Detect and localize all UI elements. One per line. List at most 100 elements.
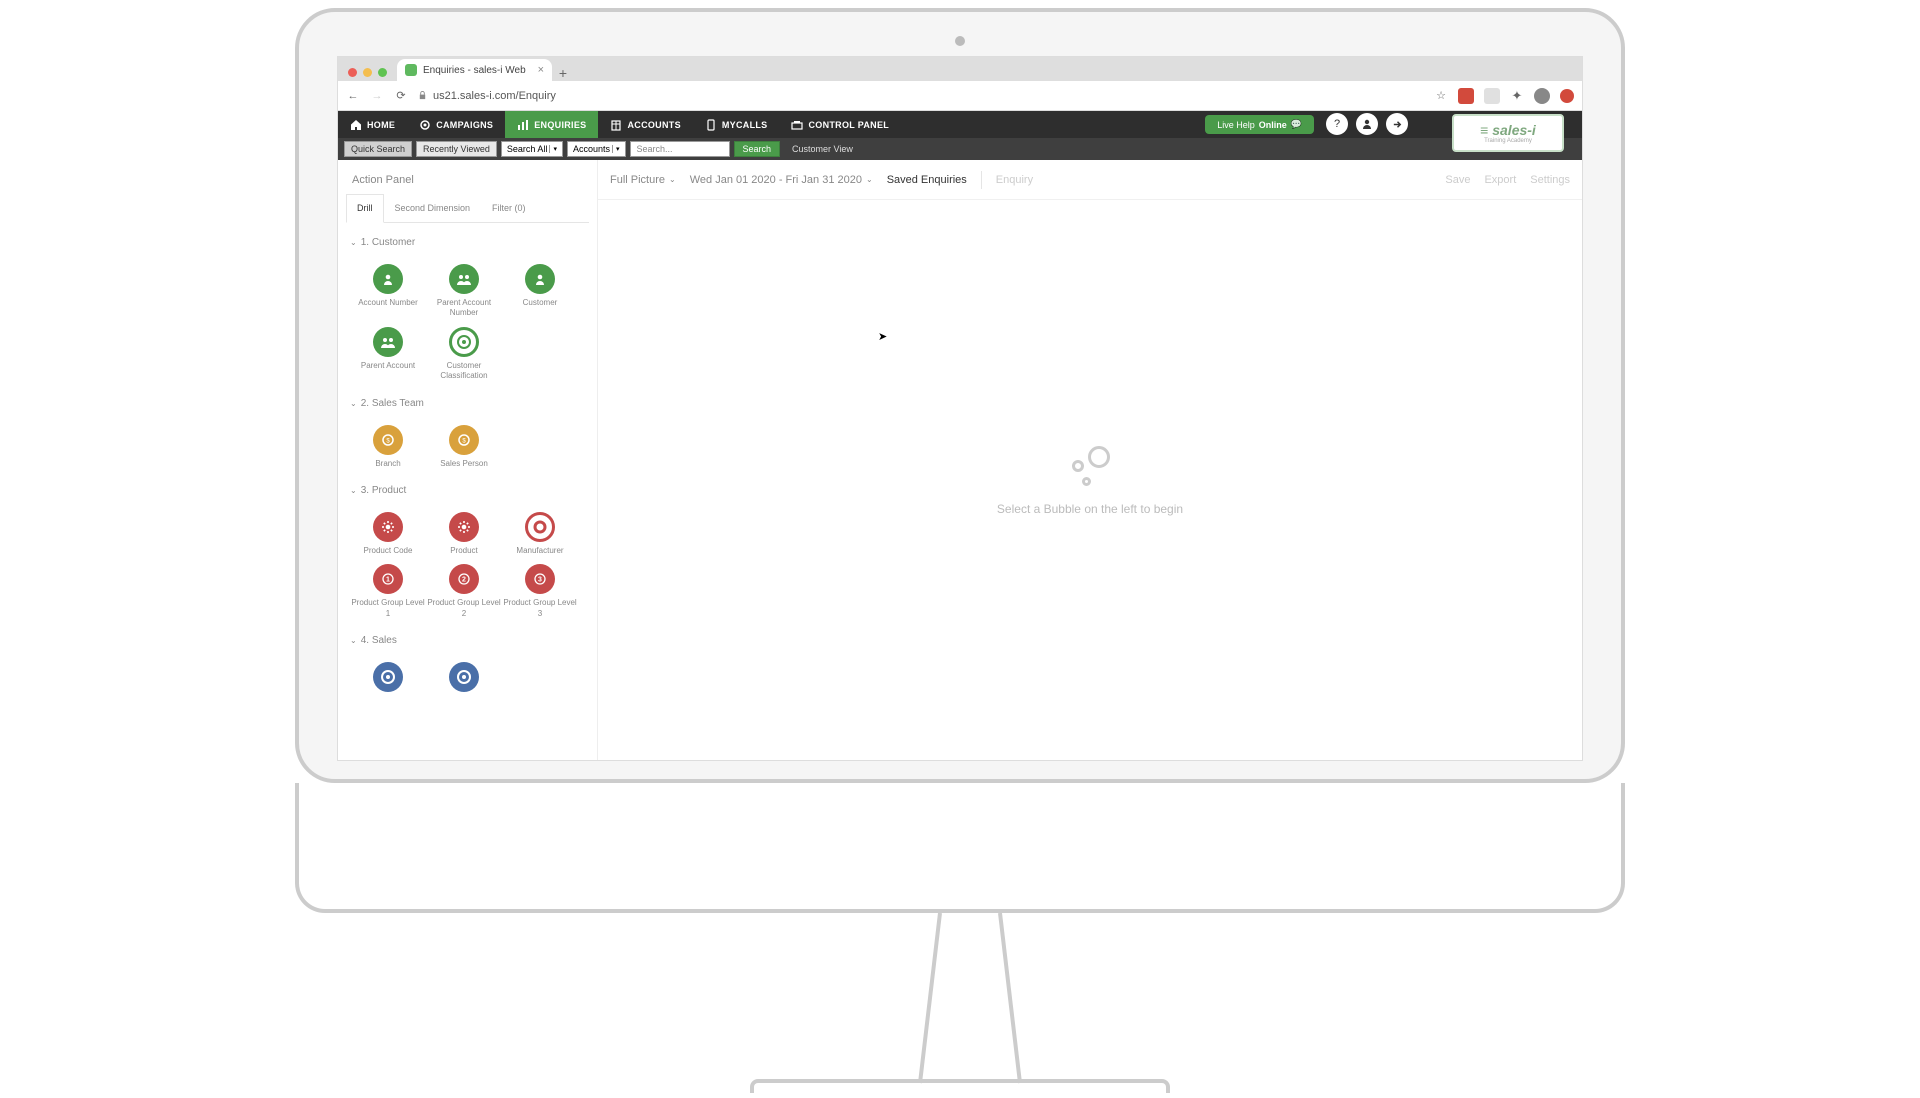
window-zoom-dot[interactable] [378,68,387,77]
drill-bubble[interactable] [426,658,502,700]
reload-button[interactable]: ⟳ [394,89,408,103]
nav-control-panel[interactable]: CONTROL PANEL [779,111,901,138]
back-button[interactable]: ← [346,89,360,103]
drill-bubble[interactable]: Parent Account [350,323,426,386]
drill-bubble[interactable]: 1Product Group Level 1 [350,560,426,623]
tab-close-icon[interactable]: × [538,64,544,76]
search-button[interactable]: Search [734,141,781,157]
logo-text: ≡ sales-i [1480,122,1536,138]
live-help-button[interactable]: Live Help Online 💬 [1205,115,1314,134]
tab-second-dimension[interactable]: Second Dimension [384,194,482,222]
new-tab-button[interactable]: + [552,65,574,81]
search-scope-dropdown[interactable]: Search All ▾ [501,141,563,157]
drill-bubble[interactable]: Customer Classification [426,323,502,386]
divider [981,171,982,189]
search-toolbar: Quick Search Recently Viewed Search All … [338,138,1582,160]
nav-campaigns[interactable]: CAMPAIGNS [407,111,505,138]
ring-icon [525,512,555,542]
screen: Enquiries - sales-i Web × + ← → ⟳ us21.s… [337,56,1583,761]
chevron-down-icon: ⌄ [350,636,357,645]
accounts-icon [610,119,622,131]
nav-enquiries[interactable]: ENQUIRIES [505,111,598,138]
help-button[interactable]: ? [1326,113,1348,135]
drill-bubble[interactable]: 2 Product Group Level 2 [426,560,502,623]
save-link[interactable]: Save [1445,174,1470,186]
bubble-grid: Product Code Product Manufacturer 1Product … [340,504,595,627]
export-link[interactable]: Export [1484,174,1516,186]
tab-title: Enquiries - sales-i Web [423,65,526,76]
gear-icon [449,512,479,542]
settings-link[interactable]: Settings [1530,174,1570,186]
full-picture-dropdown[interactable]: Full Picture ⌄ [610,174,676,186]
bubble-label: Branch [375,459,400,469]
group-header[interactable]: ⌄1. Customer [340,229,595,256]
person-icon [373,264,403,294]
home-icon [350,119,362,131]
nav-home[interactable]: HOME [338,111,407,138]
nav-campaigns-label: CAMPAIGNS [436,120,493,130]
bubble-grid: Account Number Parent Account NumberCusto… [340,256,595,390]
group-header[interactable]: ⌄2. Sales Team [340,390,595,417]
drill-bubble[interactable] [350,658,426,700]
quick-search-button[interactable]: Quick Search [344,141,412,157]
bubble-label: Parent Account [361,361,415,371]
tab-drill[interactable]: Drill [346,194,384,223]
action-panel-scroll[interactable]: ⌄1. Customer Account Number Parent Account… [338,223,597,760]
tab-filter[interactable]: Filter (0) [481,194,537,222]
chat-icon: 💬 [1291,119,1302,130]
date-range-text: Wed Jan 01 2020 - Fri Jan 31 2020 [690,174,862,186]
customer-view-link[interactable]: Customer View [784,144,861,154]
drill-bubble[interactable]: $Branch [350,421,426,473]
chevron-down-icon: ⌄ [350,486,357,495]
bubble-label: Account Number [358,298,418,308]
user-button[interactable] [1356,113,1378,135]
browser-tab[interactable]: Enquiries - sales-i Web × [397,59,552,81]
extension-icon-2[interactable] [1484,88,1500,104]
accounts-dropdown[interactable]: Accounts ▾ [567,141,626,157]
window-minimize-dot[interactable] [363,68,372,77]
bubble-grid: $Branch$Sales Person [340,417,595,477]
action-panel: Action Panel Drill Second Dimension Filt… [338,160,598,760]
live-help-status: Online [1259,120,1287,130]
drill-bubble[interactable]: Manufacturer [502,508,578,560]
url-field[interactable]: us21.sales-i.com/Enquiry [418,90,1424,102]
loading-spinner-icon [1068,444,1112,488]
profile-avatar-icon[interactable] [1534,88,1550,104]
window-close-dot[interactable] [348,68,357,77]
group-header[interactable]: ⌄4. Sales [340,627,595,654]
extension-icon-1[interactable] [1458,88,1474,104]
drill-bubble[interactable]: $Sales Person [426,421,502,473]
bubble-label: Product Group Level 2 [426,598,502,619]
drill-bubble[interactable]: 3 Product Group Level 3 [502,560,578,623]
num-icon: 3 [525,564,555,594]
date-range-picker[interactable]: Wed Jan 01 2020 - Fri Jan 31 2020 ⌄ [690,174,873,186]
num-icon: 2 [449,564,479,594]
logout-button[interactable] [1386,113,1408,135]
bubble-label: Product [450,546,478,556]
bubble-grid [340,654,595,704]
person-icon [525,264,555,294]
lock-icon [418,91,427,100]
star-icon[interactable]: ☆ [1434,89,1448,103]
group-header[interactable]: ⌄3. Product [340,477,595,504]
enquiries-icon [517,119,529,131]
recently-viewed-button[interactable]: Recently Viewed [416,141,497,157]
forward-button[interactable]: → [370,89,384,103]
extensions-puzzle-icon[interactable]: ✦ [1510,89,1524,103]
extension-icon-3[interactable] [1560,89,1574,103]
drill-bubble[interactable]: Account Number [350,260,426,323]
bubble-label: Product Group Level 3 [502,598,578,619]
camera-dot [955,36,965,46]
nav-mycalls[interactable]: MYCALLS [693,111,780,138]
drill-bubble[interactable]: Parent Account Number [426,260,502,323]
drill-bubble[interactable]: Product [426,508,502,560]
drill-bubble[interactable]: Product Code [350,508,426,560]
drill-bubble[interactable]: Customer [502,260,578,323]
search-input[interactable]: Search... [630,141,730,157]
nav-accounts[interactable]: ACCOUNTS [598,111,692,138]
saved-enquiries-link[interactable]: Saved Enquiries [887,174,967,186]
group-title: 2. Sales Team [361,398,424,409]
arrow-right-icon [1392,119,1403,130]
monitor-frame: Enquiries - sales-i Web × + ← → ⟳ us21.s… [295,8,1625,1093]
nav-home-label: HOME [367,120,395,130]
